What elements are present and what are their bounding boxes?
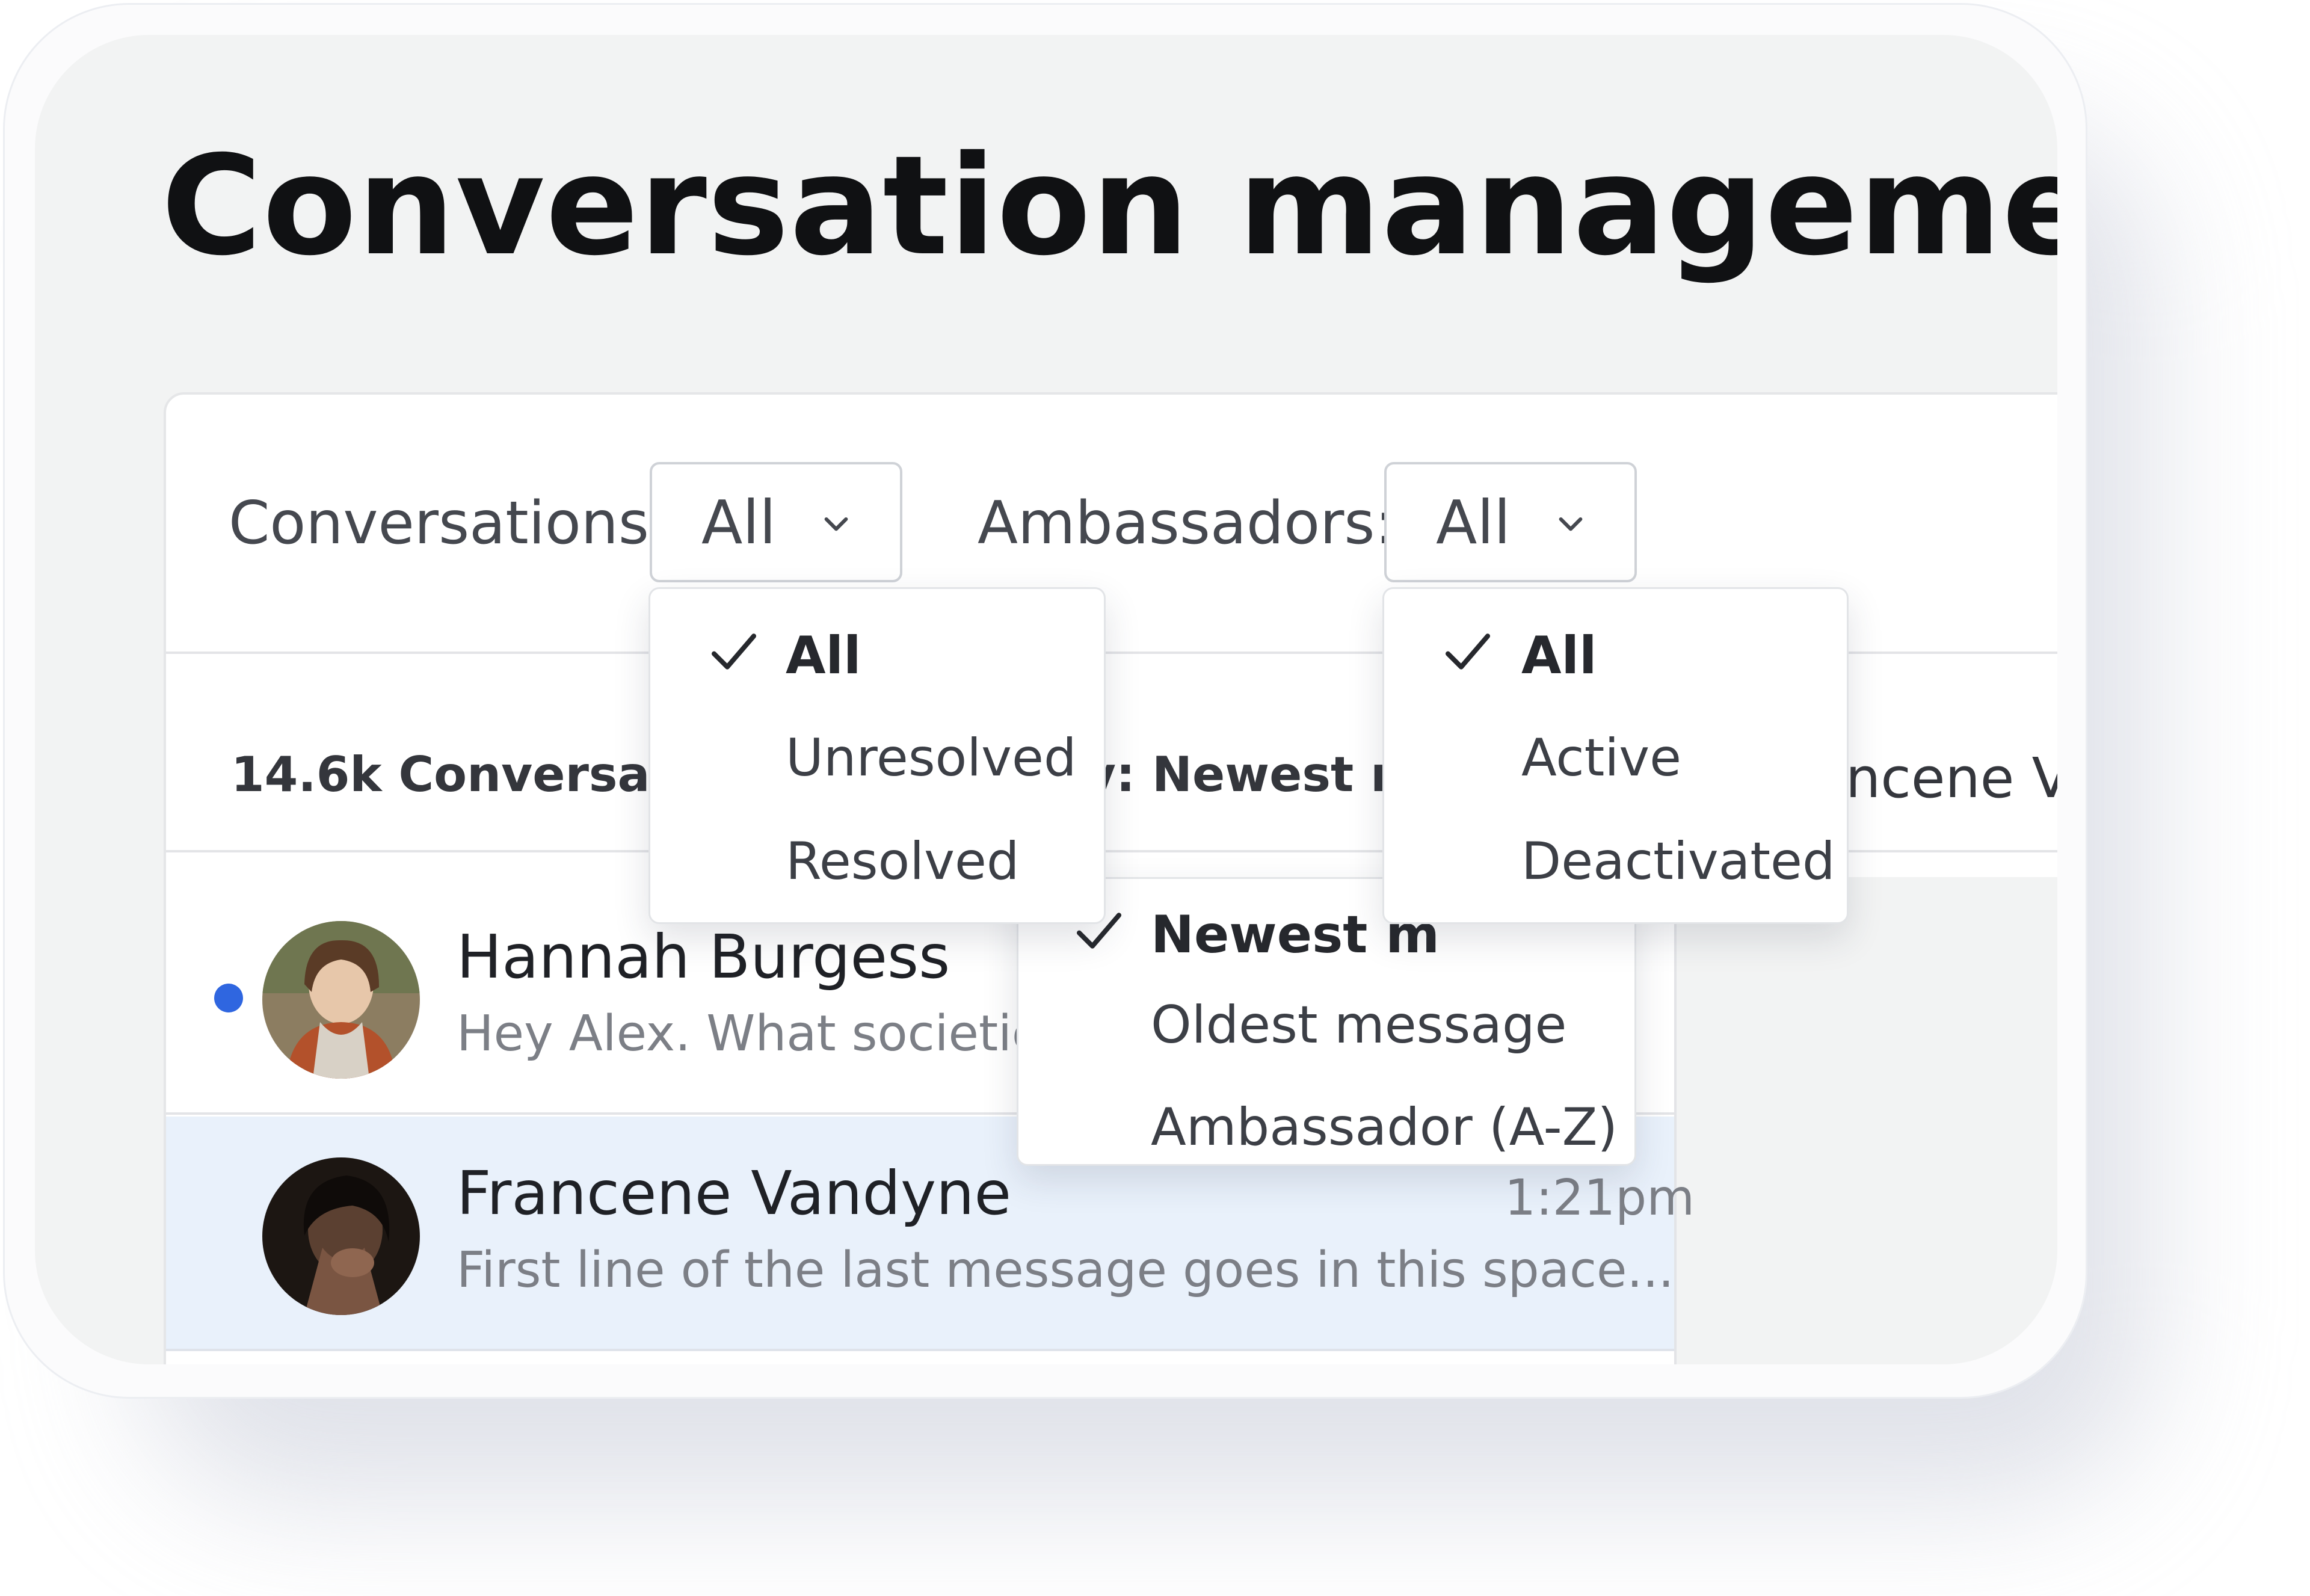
- pane-divider: [1674, 877, 1677, 1364]
- contact-name: Hannah Burgess: [457, 922, 950, 992]
- conversations-option-resolved[interactable]: Resolved: [786, 836, 1020, 887]
- checkmark-icon: [1445, 633, 1491, 670]
- conversations-option-all[interactable]: All: [786, 630, 861, 682]
- chevron-down-icon: [1559, 517, 1583, 531]
- avatar: [262, 921, 420, 1079]
- conversations-filter-menu: All Unresolved Resolved: [648, 587, 1106, 924]
- conversations-filter-value: All: [701, 487, 776, 558]
- ambassadors-filter-value: All: [1436, 487, 1511, 558]
- message-time: 1:21pm: [1505, 1169, 1695, 1227]
- avatar: [262, 1157, 420, 1315]
- conversations-filter-label: Conversations:: [229, 489, 669, 558]
- sort-control[interactable]: y: Newest m: [1085, 751, 1420, 799]
- ambassadors-option-deactivated[interactable]: Deactivated: [1521, 836, 1835, 887]
- sort-option-oldest[interactable]: Oldest message: [1151, 999, 1566, 1051]
- conversations-filter-select[interactable]: All: [650, 462, 902, 582]
- message-preview: First line of the last message goes in t…: [457, 1242, 1674, 1299]
- ambassadors-option-all[interactable]: All: [1521, 630, 1597, 682]
- ambassadors-option-active[interactable]: Active: [1521, 732, 1681, 784]
- detail-contact-name: ncene Va: [1846, 746, 2057, 810]
- ambassadors-filter-label: Ambassadors:: [978, 489, 1395, 558]
- chevron-down-icon: [824, 517, 848, 531]
- page-title: Conversation management: [161, 126, 2057, 286]
- unread-indicator: [214, 984, 243, 1012]
- conversation-detail-pane: [1674, 877, 2057, 1364]
- contact-name: Francene Vandyne: [457, 1158, 1012, 1228]
- conversations-option-unresolved[interactable]: Unresolved: [786, 732, 1077, 784]
- ambassadors-filter-menu: All Active Deactivated: [1382, 587, 1849, 924]
- sort-option-ambassador[interactable]: Ambassador (A-Z): [1151, 1101, 1618, 1153]
- ambassadors-filter-select[interactable]: All: [1384, 462, 1637, 582]
- list-item[interactable]: [166, 1354, 1674, 1364]
- checkmark-icon: [711, 633, 757, 670]
- app-window: Conversation management Conversations: A…: [35, 35, 2057, 1364]
- message-preview: Hey Alex. What societies: [457, 1005, 1068, 1062]
